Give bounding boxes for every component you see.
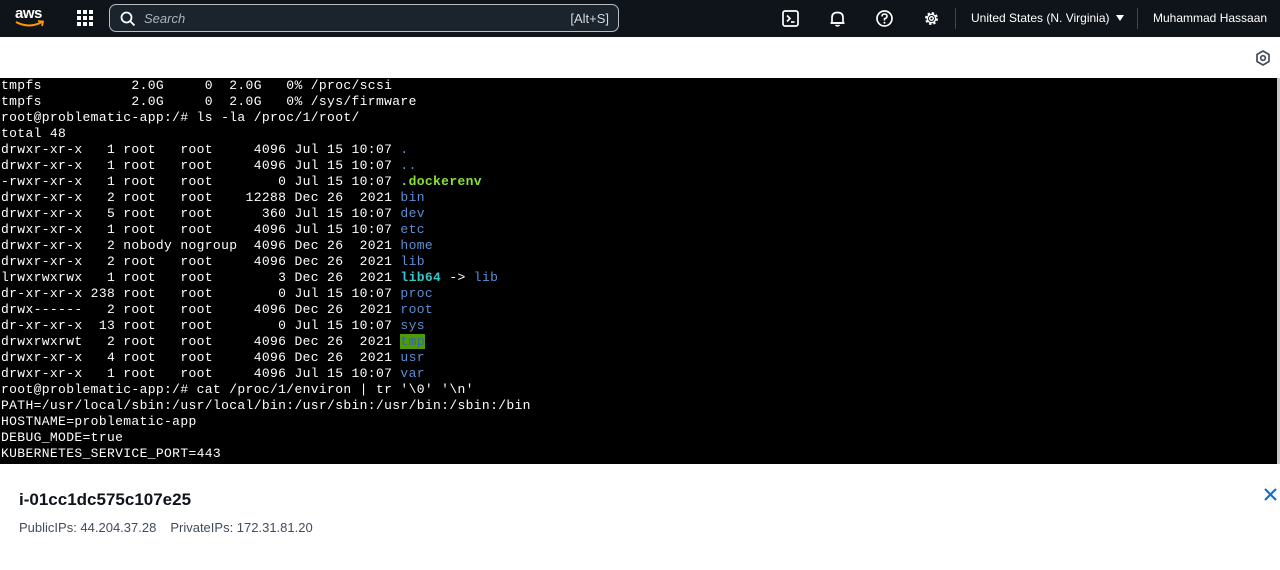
account-name: Muhammad Hassaan [1153,11,1268,25]
terminal-entry-dir: lib [473,270,499,285]
terminal-text: KUBERNETES_SERVICE_PORT=443 [1,446,222,461]
terminal-line: total 48 [1,126,66,142]
terminal-text: drwxr-xr-x 1 root root 4096 Jul 15 10:07 [1,158,401,173]
nav-divider [1137,8,1138,29]
terminal-text: drwxrwxrwt 2 root root 4096 Dec 26 2021 [1,334,401,349]
terminal-line: KUBERNETES_SERVICE_PORT=443 [1,446,221,462]
terminal-line: drwxr-xr-x 2 root root 12288 Dec 26 2021… [1,190,425,206]
terminal-entry-dir: lib [400,254,425,269]
gear-icon[interactable] [922,9,941,28]
top-navigation-bar: aws Search [Alt+S] United States (N. Vir… [0,0,1280,37]
terminal-entry-dir: root [400,302,434,317]
terminal-line: DEBUG_MODE=true [1,430,123,446]
instance-id: i-01cc1dc575c107e25 [19,490,192,509]
terminal-entry-dir: var [400,366,425,381]
terminal-line: HOSTNAME=problematic-app [1,414,197,430]
terminal-line: dr-xr-xr-x 13 root root 0 Jul 15 10:07 s… [1,318,425,334]
terminal-text: HOSTNAME=problematic-app [1,414,197,429]
terminal-text: dr-xr-xr-x 238 root root 0 Jul 15 10:07 [1,286,401,301]
terminal-line: lrwxrwxrwx 1 root root 3 Dec 26 2021 lib… [1,270,498,286]
terminal-entry-dir: sys [400,318,425,333]
terminal-line: drwxr-xr-x 4 root root 4096 Dec 26 2021 … [1,350,425,366]
terminal-line: drwxr-xr-x 1 root root 4096 Jul 15 10:07… [1,158,417,174]
terminal-text: DEBUG_MODE=true [1,430,124,445]
terminal-text: root@problematic-app:/# ls -la /proc/1/r… [1,110,360,125]
terminal-entry-dir: .. [400,158,417,173]
terminal-entry-dir: dev [400,206,425,221]
terminal-text: drwxr-xr-x 1 root root 4096 Jul 15 10:07 [1,366,401,381]
region-label: United States (N. Virginia) [971,11,1110,25]
terminal-line: drwxr-xr-x 5 root root 360 Jul 15 10:07 … [1,206,425,222]
instance-info-panel [0,464,1280,570]
account-menu[interactable]: Muhammad Hassaan [1153,11,1267,25]
help-icon[interactable] [875,9,894,28]
private-ips: PrivateIPs: 172.31.81.20 [170,520,313,535]
cloudshell-icon[interactable] [781,9,800,28]
terminal-entry-dir: usr [400,350,425,365]
terminal-line: drwxr-xr-x 2 root root 4096 Dec 26 2021 … [1,254,425,270]
nav-divider [955,8,956,29]
search-shortcut: [Alt+S] [570,11,609,26]
terminal-entry-dir: etc [400,222,425,237]
terminal-line: drwxr-xr-x 1 root root 4096 Jul 15 10:07… [1,366,425,382]
terminal-line: drwxr-xr-x 1 root root 4096 Jul 15 10:07… [1,142,409,158]
instance-ips: PublicIPs: 44.204.37.28 PrivateIPs: 172.3… [19,520,327,535]
terminal-text: drwxr-xr-x 2 root root 12288 Dec 26 2021 [1,190,401,205]
terminal-text: -rwxr-xr-x 1 root root 0 Jul 15 10:07 [1,174,401,189]
aws-smile-icon [15,20,45,27]
services-grid-icon[interactable] [77,10,93,26]
terminal-line: tmpfs 2.0G 0 2.0G 0% /proc/scsi [1,78,392,94]
terminal-text: root@problematic-app:/# cat /proc/1/envi… [1,382,474,397]
terminal-text: drwx------ 2 root root 4096 Dec 26 2021 [1,302,401,317]
terminal-line: dr-xr-xr-x 238 root root 0 Jul 15 10:07 … [1,286,433,302]
terminal-line: root@problematic-app:/# cat /proc/1/envi… [1,382,474,398]
terminal-line: -rwxr-xr-x 1 root root 0 Jul 15 10:07 .d… [1,174,482,190]
terminal-text: drwxr-xr-x 2 nobody nogroup 4096 Dec 26 … [1,238,401,253]
search-placeholder: Search [144,11,186,26]
terminal-line: drwxr-xr-x 1 root root 4096 Jul 15 10:07… [1,222,425,238]
terminal-line: drwxrwxrwt 2 root root 4096 Dec 26 2021 … [1,334,425,350]
terminal-text: -> [441,270,474,285]
terminal-output[interactable]: tmpfs 2.0G 0 2.0G 0% /proc/scsi tmpfs 2.0… [0,78,1277,464]
terminal-entry-link: lib64 [400,270,442,285]
terminal-settings-icon[interactable] [1255,50,1271,66]
terminal-text: drwxr-xr-x 2 root root 4096 Dec 26 2021 [1,254,401,269]
terminal-text: total 48 [1,126,67,141]
terminal-entry-dir: bin [400,190,425,205]
terminal-entry-dir: proc [400,286,434,301]
search-icon [120,11,136,27]
terminal-text: drwxr-xr-x 1 root root 4096 Jul 15 10:07 [1,142,401,157]
terminal-text: tmpfs 2.0G 0 2.0G 0% /sys/firmware [1,94,417,109]
terminal-entry-dir: home [400,238,434,253]
terminal-line: drwx------ 2 root root 4096 Dec 26 2021 … [1,302,433,318]
session-toolbar [0,37,1280,78]
aws-logo[interactable]: aws [14,5,48,31]
terminal-line: tmpfs 2.0G 0 2.0G 0% /sys/firmware [1,94,417,110]
terminal-line: drwxr-xr-x 2 nobody nogroup 4096 Dec 26 … [1,238,433,254]
close-icon[interactable] [1263,487,1278,502]
region-caret-icon [1115,15,1124,21]
public-ips: PublicIPs: 44.204.37.28 [19,520,157,535]
terminal-text: PATH=/usr/local/sbin:/usr/local/bin:/usr… [1,398,531,413]
terminal-text: drwxr-xr-x 5 root root 360 Jul 15 10:07 [1,206,401,221]
terminal-text: drwxr-xr-x 1 root root 4096 Jul 15 10:07 [1,222,401,237]
terminal-line: PATH=/usr/local/sbin:/usr/local/bin:/usr… [1,398,531,414]
terminal-text: tmpfs 2.0G 0 2.0G 0% /proc/scsi [1,78,393,93]
search-input[interactable]: Search [Alt+S] [109,4,619,32]
terminal-text: dr-xr-xr-x 13 root root 0 Jul 15 10:07 [1,318,401,333]
terminal-entry-exe: .dockerenv [400,174,482,189]
terminal-line: root@problematic-app:/# ls -la /proc/1/r… [1,110,360,126]
bell-icon[interactable] [828,9,847,28]
region-selector[interactable]: United States (N. Virginia) [971,11,1124,25]
terminal-text: lrwxrwxrwx 1 root root 3 Dec 26 2021 [1,270,401,285]
terminal-text: drwxr-xr-x 4 root root 4096 Dec 26 2021 [1,350,401,365]
terminal-entry-tmp: tmp [400,334,425,349]
terminal-entry-dir: . [400,142,409,157]
